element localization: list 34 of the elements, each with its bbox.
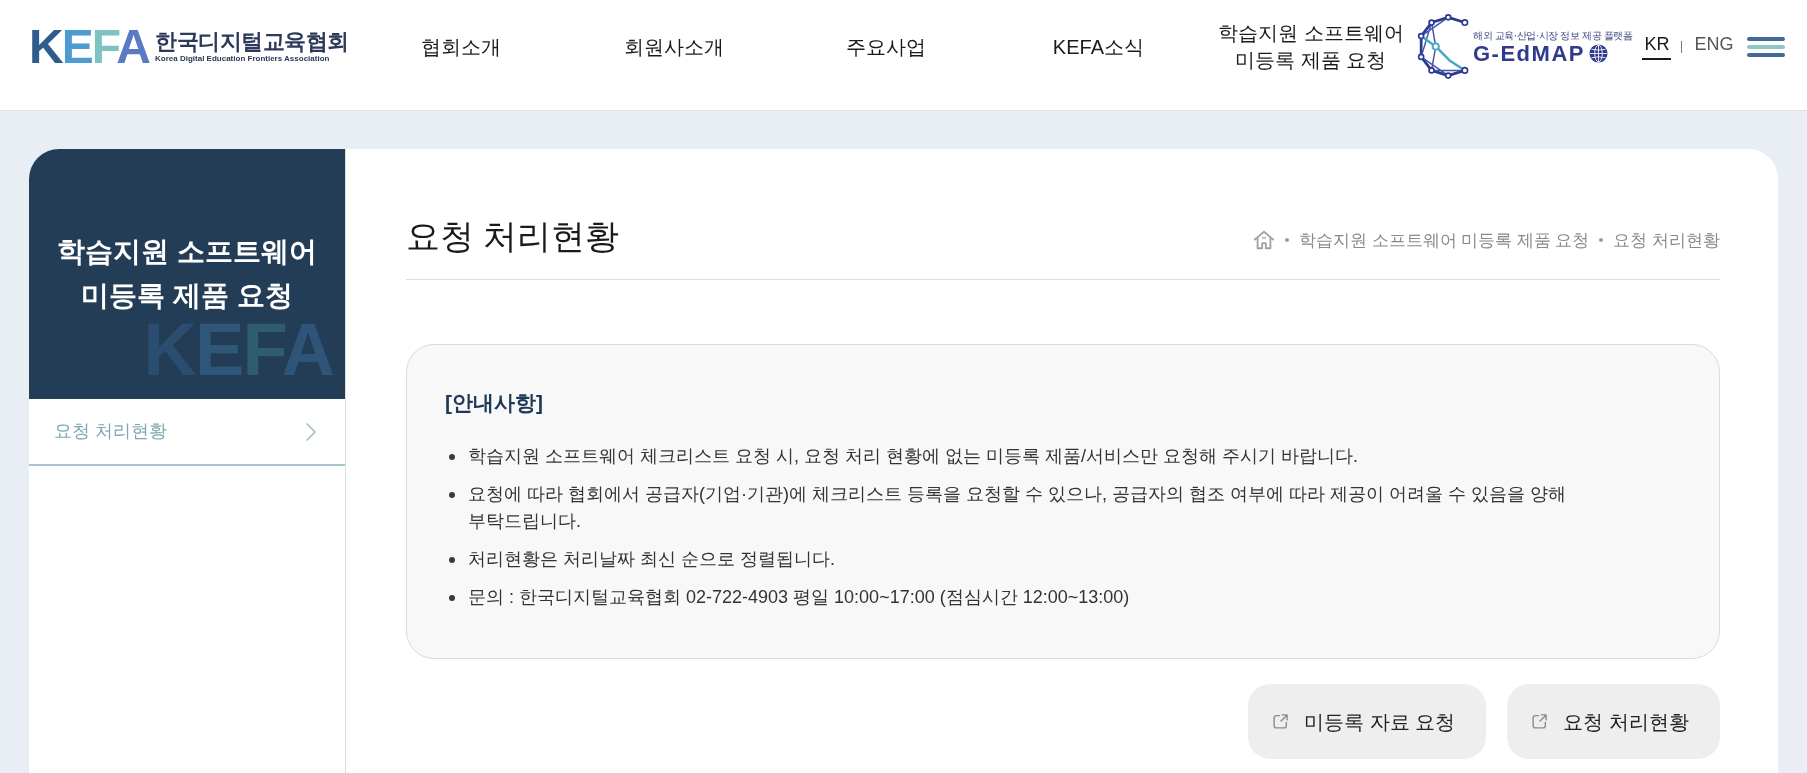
external-link-icon [1272,713,1290,730]
nav-link[interactable]: KEFA소식 [1052,33,1144,61]
notice-item: 요청에 따라 협회에서 공급자(기업·기관)에 체크리스트 등록을 요청할 수 있으나, 공급자의 협조 여부에 따라 제공이 어려울 수 있음을 양해 부탁드립니다. [468,483,1567,533]
bullet-icon [449,557,455,563]
partner-logo-name: G-EdMAP [1473,42,1585,65]
notice-item: 학습지원 소프트웨어 체크리스트 요청 시, 요청 처리 현황에 없는 미등록 제품/서비스만 요청해 주시기 바랍니다. [468,445,1358,468]
nav-link[interactable]: 회원사소개 [623,33,724,61]
logo-name: 한국디지털교육협회 [155,30,349,55]
external-link-icon [1531,713,1549,730]
breadcrumb-current[interactable]: 요청 처리현황 [1613,227,1720,253]
network-ring-icon [1417,14,1469,80]
language-link[interactable]: ENG [1692,33,1736,61]
menu-icon[interactable] [1747,37,1786,57]
notice-item: 문의 : 한국디지털교육협회 02-722-4903 평일 10:00~17:00 (점심시간 12:00~13:00) [468,586,1130,609]
language-link[interactable]: KR [1642,33,1672,61]
globe-icon [1588,44,1608,63]
notice-title: [안내사항] [445,390,544,416]
chevron-right-icon [305,421,317,442]
bullet-icon [449,492,455,498]
logo-wordmark: KEFA [29,23,150,71]
sidebar-title: 학습지원 소프트웨어 미등록 제품 요청 [56,235,318,313]
nav-link[interactable]: 주요사업 [846,33,926,61]
separator-dot-icon [1285,238,1290,242]
separator-dot-icon [1599,238,1604,242]
request-status-button[interactable]: 요청 처리현황 [1507,684,1720,759]
nav-link[interactable]: 학습지원 소프트웨어 미등록 제품 요청 [1212,20,1409,74]
partner-tagline: 해외 교육·산업·시장 정보 제공 플랫폼 [1473,29,1633,41]
notice-item: 처리현황은 처리날짜 최신 순으로 정렬됩니다. [468,548,835,571]
page-title: 요청 처리현황 [406,216,620,257]
nav-link[interactable]: 협회소개 [421,33,502,61]
bullet-icon [449,454,455,460]
bullet-icon [449,595,455,601]
logo-subtitle: Korea Digital Education Frontiers Association [155,54,331,64]
material-request-button[interactable]: 미등록 자료 요청 [1248,684,1487,759]
